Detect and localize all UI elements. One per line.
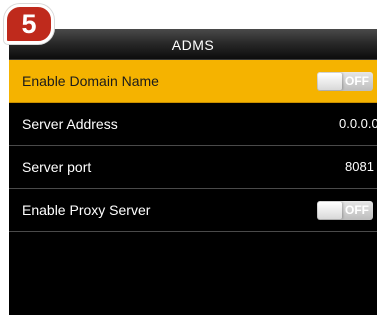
toggle-state: OFF — [345, 74, 369, 88]
setting-label: Server Address — [22, 116, 118, 132]
setting-row-server-address[interactable]: Server Address 0.0.0.0 — [9, 103, 377, 146]
device-screen: ADMS Enable Domain Name OFF Server Addre… — [9, 29, 377, 315]
step-number-badge: 5 — [4, 4, 54, 44]
toggle-state: OFF — [345, 203, 369, 217]
setting-label: Enable Proxy Server — [22, 202, 151, 218]
enable-proxy-server-toggle[interactable]: OFF — [317, 201, 373, 220]
title-bar: ADMS — [9, 29, 377, 60]
server-port-value: 8081 — [345, 159, 374, 174]
setting-row-enable-proxy-server[interactable]: Enable Proxy Server OFF — [9, 189, 377, 232]
setting-row-enable-domain-name[interactable]: Enable Domain Name OFF — [9, 60, 377, 103]
server-address-value: 0.0.0.0 — [339, 116, 377, 131]
setting-row-server-port[interactable]: Server port 8081 — [9, 146, 377, 189]
toggle-knob — [318, 202, 342, 219]
page-title: ADMS — [171, 37, 215, 53]
step-number: 5 — [21, 9, 37, 39]
toggle-knob — [318, 73, 342, 90]
enable-domain-name-toggle[interactable]: OFF — [317, 72, 373, 91]
setting-label: Enable Domain Name — [22, 73, 159, 89]
setting-label: Server port — [22, 159, 92, 175]
